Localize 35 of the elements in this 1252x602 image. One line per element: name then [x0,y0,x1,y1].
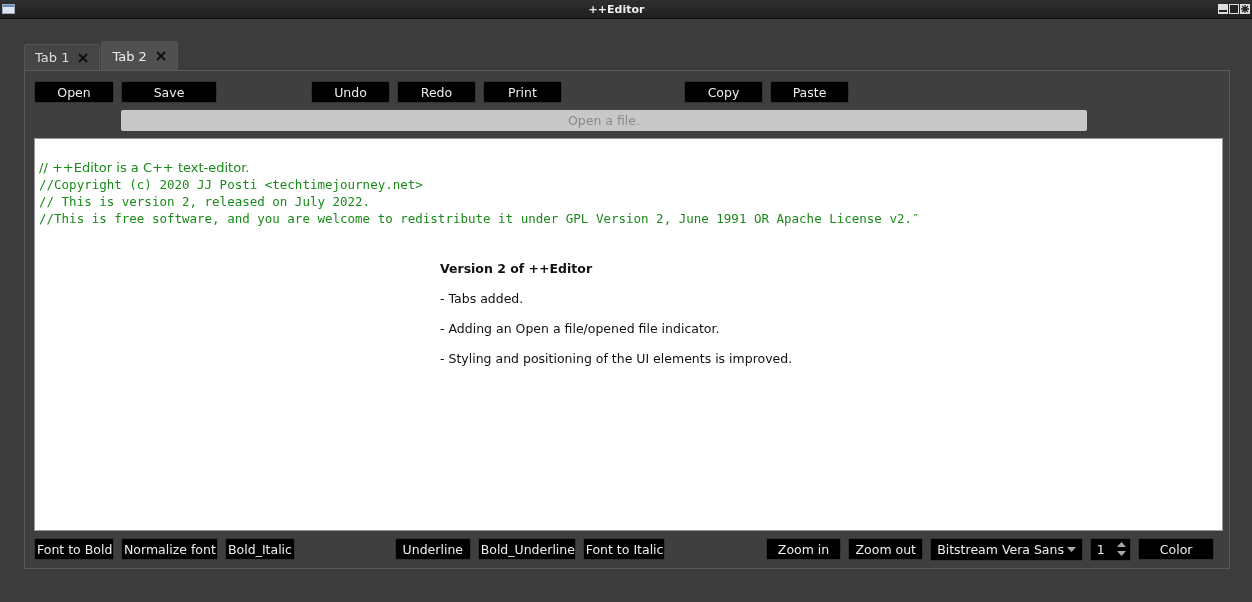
code-comment: // This is version 2, released on July 2022. [39,193,372,210]
format-button[interactable]: Underline [394,538,471,560]
tab[interactable]: Tab 2 [101,41,178,70]
note-line: - Tabs added. [440,290,525,307]
format-button[interactable]: Font to Italic [582,538,665,560]
close-icon[interactable] [1240,4,1250,14]
format-button[interactable]: Normalize font [121,538,218,560]
tab[interactable]: Tab 1 [24,44,101,70]
color-button[interactable]: Color [1138,538,1214,560]
format-button[interactable]: Zoom out [848,538,924,560]
format-button[interactable]: Zoom in [765,538,842,560]
dropdown-arrow-icon [1066,546,1076,552]
toolbar-button[interactable]: Redo [397,81,476,103]
note-line: - Styling and positioning of the UI elements is improved. [440,350,794,367]
format-button[interactable]: Bold_Underline [477,538,576,560]
format-button[interactable]: Bold_Italic [225,538,295,560]
status-indicator: Open a file. [121,110,1087,131]
toolbar-button[interactable]: Undo [311,81,390,103]
code-comment: //This is free software, and you are welcome to redistribute it under GPL Version 2, June 1991 OR Apache License v2.″ [39,210,921,227]
toolbar-button[interactable]: Copy [684,81,763,103]
toolbar-button[interactable]: Save [121,81,217,103]
toolbar-button[interactable]: Print [483,81,562,103]
code-comment: // ++Editor is a C++ text-editor. [39,159,251,176]
code-comment: //Copyright (c) 2020 JJ Posti <techtimejourney.net> [39,176,424,193]
window-title: ++Editor [587,2,646,16]
font-dropdown[interactable]: Bitstream Vera Sans [930,537,1083,561]
maximize-icon[interactable] [1229,4,1239,14]
toolbar-button[interactable]: Paste [770,81,849,103]
note-line: - Adding an Open a file/opened file indicator. [440,320,721,337]
notes-heading: Version 2 of ++Editor [440,260,594,277]
spin-arrows-icon [1117,542,1127,556]
size-spinbox[interactable]: 1 [1089,537,1132,561]
window-icon [2,4,15,14]
toolbar-button[interactable]: Open [34,81,114,103]
format-button[interactable]: Font to Bold [34,538,114,560]
